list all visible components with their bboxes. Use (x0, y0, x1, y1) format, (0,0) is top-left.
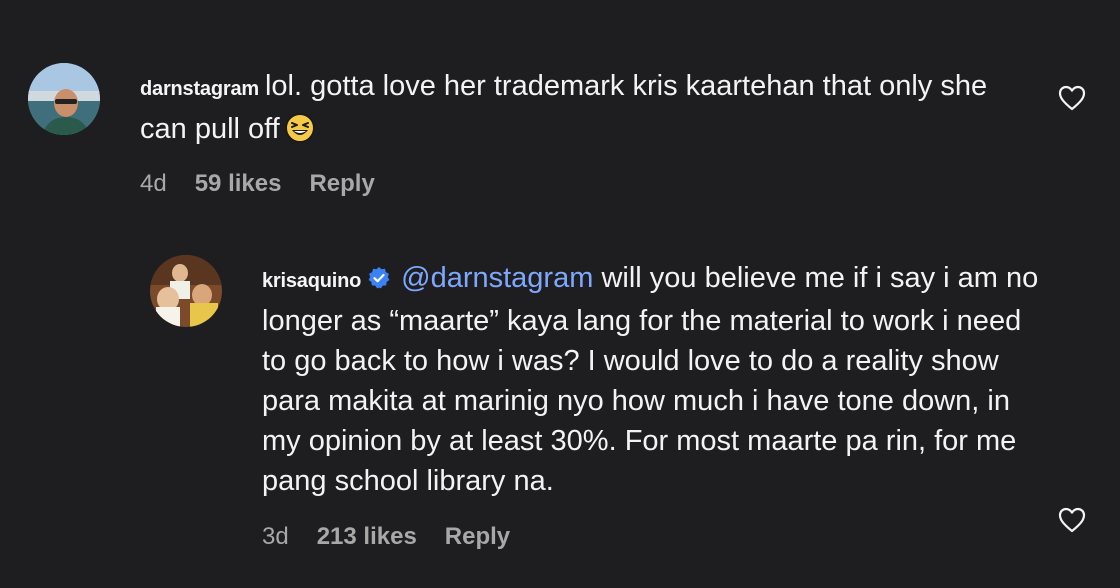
reply-button[interactable]: Reply (309, 170, 374, 198)
comment-meta: 4d 59 likes Reply (140, 170, 375, 198)
mention-link[interactable]: @darnstagram (401, 262, 593, 294)
heart-icon[interactable] (1058, 85, 1086, 111)
comment-username[interactable]: darnstagram (140, 78, 259, 100)
comment: darnstagram lol. gotta love her trademark… (0, 0, 1120, 230)
reply-button[interactable]: Reply (445, 523, 510, 551)
avatar-darnstagram[interactable] (28, 63, 100, 135)
comment-username[interactable]: krisaquino (262, 270, 361, 292)
avatar-krisaquino[interactable] (150, 255, 222, 327)
likes-count[interactable]: 213 likes (317, 523, 417, 551)
comment-meta: 3d 213 likes Reply (262, 523, 510, 551)
comment-time: 3d (262, 523, 289, 550)
heart-icon[interactable] (1058, 507, 1086, 533)
comment-body: darnstagram lol. gotta love her trademark… (140, 66, 1030, 155)
comment-text: lol. gotta love her trademark kris kaart… (140, 70, 988, 145)
grinning-squinting-face-emoji-icon (284, 112, 316, 155)
likes-count[interactable]: 59 likes (195, 170, 282, 198)
reply-comment: krisaquino @darnstagram will you believe… (0, 230, 1120, 588)
comment-body: krisaquino @darnstagram will you believe… (262, 258, 1042, 501)
comment-time: 4d (140, 170, 167, 197)
verified-badge-icon (367, 261, 391, 301)
